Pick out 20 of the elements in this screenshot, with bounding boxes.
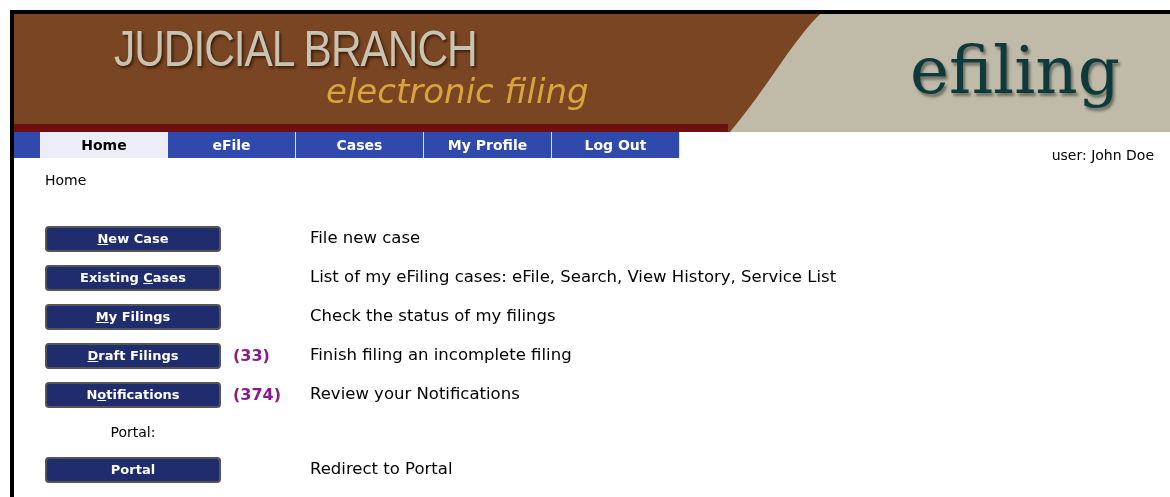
action-description: Finish filing an incomplete filing [310,344,572,367]
action-description: Review your Notifications [310,383,520,406]
banner-title: JUDICIAL BRANCH [114,24,477,74]
action-button[interactable]: Notifications [45,381,221,408]
breadcrumb: Home [45,171,87,190]
banner-subtitle: electronic filing [326,74,589,108]
user-label: user: John Doe [1051,146,1154,165]
nav-tab[interactable]: Home [40,132,168,158]
count-label: (33) [233,345,270,365]
section-label: Portal: [110,422,156,442]
action-description: Redirect to Portal [310,458,453,481]
action-description: List of my eFiling cases: eFile, Search, View History, Service List [310,266,837,289]
action-description: File new case [310,227,421,250]
action-button[interactable]: Existing Cases [45,264,221,291]
action-button[interactable]: Portal [45,456,221,483]
action-button[interactable]: New Case [45,225,221,252]
action-button[interactable]: Draft Filings [45,342,221,369]
action-description: Check the status of my filings [310,305,556,328]
action-button[interactable]: My Filings [45,303,221,330]
count-label: (374) [233,384,282,404]
